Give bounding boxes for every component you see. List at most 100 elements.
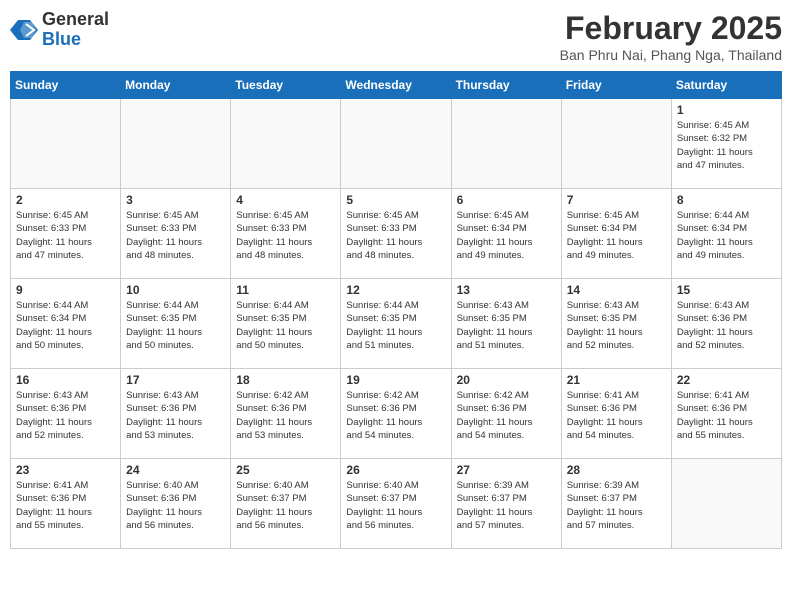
day-info: Sunrise: 6:40 AM Sunset: 6:37 PM Dayligh… <box>346 479 445 532</box>
day-info: Sunrise: 6:44 AM Sunset: 6:34 PM Dayligh… <box>16 299 115 352</box>
calendar-cell: 14 Sunrise: 6:43 AM Sunset: 6:35 PM Dayli… <box>561 279 671 369</box>
calendar-cell: 5 Sunrise: 6:45 AM Sunset: 6:33 PM Daylig… <box>341 189 451 279</box>
calendar-cell: 8 Sunrise: 6:44 AM Sunset: 6:34 PM Daylig… <box>671 189 781 279</box>
calendar-cell: 26 Sunrise: 6:40 AM Sunset: 6:37 PM Dayli… <box>341 459 451 549</box>
day-number: 18 <box>236 373 335 387</box>
day-info: Sunrise: 6:41 AM Sunset: 6:36 PM Dayligh… <box>16 479 115 532</box>
day-number: 21 <box>567 373 666 387</box>
calendar-cell <box>231 99 341 189</box>
day-info: Sunrise: 6:44 AM Sunset: 6:34 PM Dayligh… <box>677 209 776 262</box>
calendar-cell <box>11 99 121 189</box>
day-info: Sunrise: 6:45 AM Sunset: 6:34 PM Dayligh… <box>567 209 666 262</box>
logo-text: General Blue <box>42 10 109 50</box>
logo-icon <box>10 16 38 44</box>
day-number: 17 <box>126 373 225 387</box>
calendar-week-row: 1Sunrise: 6:45 AM Sunset: 6:32 PM Daylig… <box>11 99 782 189</box>
day-number: 19 <box>346 373 445 387</box>
calendar-cell <box>121 99 231 189</box>
calendar-cell: 18Sunrise: 6:42 AM Sunset: 6:36 PM Dayli… <box>231 369 341 459</box>
day-number: 12 <box>346 283 445 297</box>
calendar-cell: 27 Sunrise: 6:39 AM Sunset: 6:37 PM Dayli… <box>451 459 561 549</box>
day-info: Sunrise: 6:45 AM Sunset: 6:33 PM Dayligh… <box>236 209 335 262</box>
calendar-cell: 4 Sunrise: 6:45 AM Sunset: 6:33 PM Daylig… <box>231 189 341 279</box>
day-info: Sunrise: 6:41 AM Sunset: 6:36 PM Dayligh… <box>567 389 666 442</box>
day-number: 28 <box>567 463 666 477</box>
day-info: Sunrise: 6:42 AM Sunset: 6:36 PM Dayligh… <box>457 389 556 442</box>
day-number: 11 <box>236 283 335 297</box>
calendar-cell: 25 Sunrise: 6:40 AM Sunset: 6:37 PM Dayli… <box>231 459 341 549</box>
day-number: 14 <box>567 283 666 297</box>
weekday-header: Tuesday <box>231 72 341 99</box>
title-area: February 2025 Ban Phru Nai, Phang Nga, T… <box>560 10 782 63</box>
day-info: Sunrise: 6:45 AM Sunset: 6:33 PM Dayligh… <box>346 209 445 262</box>
weekday-header: Thursday <box>451 72 561 99</box>
calendar-cell: 17 Sunrise: 6:43 AM Sunset: 6:36 PM Dayli… <box>121 369 231 459</box>
weekday-header-row: SundayMondayTuesdayWednesdayThursdayFrid… <box>11 72 782 99</box>
calendar-cell: 24 Sunrise: 6:40 AM Sunset: 6:36 PM Dayli… <box>121 459 231 549</box>
day-info: Sunrise: 6:39 AM Sunset: 6:37 PM Dayligh… <box>457 479 556 532</box>
calendar-cell <box>341 99 451 189</box>
calendar-week-row: 23 Sunrise: 6:41 AM Sunset: 6:36 PM Dayli… <box>11 459 782 549</box>
calendar-cell: 2 Sunrise: 6:45 AM Sunset: 6:33 PM Daylig… <box>11 189 121 279</box>
day-number: 4 <box>236 193 335 207</box>
calendar-cell: 21 Sunrise: 6:41 AM Sunset: 6:36 PM Dayli… <box>561 369 671 459</box>
day-info: Sunrise: 6:45 AM Sunset: 6:32 PM Dayligh… <box>677 119 776 172</box>
day-info: Sunrise: 6:42 AM Sunset: 6:36 PM Dayligh… <box>346 389 445 442</box>
calendar-cell: 16Sunrise: 6:43 AM Sunset: 6:36 PM Dayli… <box>11 369 121 459</box>
calendar-cell: 23 Sunrise: 6:41 AM Sunset: 6:36 PM Dayli… <box>11 459 121 549</box>
day-info: Sunrise: 6:43 AM Sunset: 6:35 PM Dayligh… <box>457 299 556 352</box>
page-header: General Blue February 2025 Ban Phru Nai,… <box>10 10 782 63</box>
day-info: Sunrise: 6:43 AM Sunset: 6:36 PM Dayligh… <box>126 389 225 442</box>
day-info: Sunrise: 6:44 AM Sunset: 6:35 PM Dayligh… <box>236 299 335 352</box>
day-info: Sunrise: 6:39 AM Sunset: 6:37 PM Dayligh… <box>567 479 666 532</box>
calendar-cell: 28 Sunrise: 6:39 AM Sunset: 6:37 PM Dayli… <box>561 459 671 549</box>
day-number: 8 <box>677 193 776 207</box>
calendar-cell: 15 Sunrise: 6:43 AM Sunset: 6:36 PM Dayli… <box>671 279 781 369</box>
day-info: Sunrise: 6:45 AM Sunset: 6:33 PM Dayligh… <box>126 209 225 262</box>
calendar-cell <box>561 99 671 189</box>
calendar-cell: 20 Sunrise: 6:42 AM Sunset: 6:36 PM Dayli… <box>451 369 561 459</box>
calendar-cell: 9 Sunrise: 6:44 AM Sunset: 6:34 PM Daylig… <box>11 279 121 369</box>
calendar-cell: 12 Sunrise: 6:44 AM Sunset: 6:35 PM Dayli… <box>341 279 451 369</box>
calendar-cell <box>671 459 781 549</box>
day-number: 20 <box>457 373 556 387</box>
day-info: Sunrise: 6:40 AM Sunset: 6:37 PM Dayligh… <box>236 479 335 532</box>
calendar-week-row: 9 Sunrise: 6:44 AM Sunset: 6:34 PM Daylig… <box>11 279 782 369</box>
day-number: 25 <box>236 463 335 477</box>
day-number: 27 <box>457 463 556 477</box>
day-number: 2 <box>16 193 115 207</box>
day-number: 5 <box>346 193 445 207</box>
day-info: Sunrise: 6:40 AM Sunset: 6:36 PM Dayligh… <box>126 479 225 532</box>
calendar-cell: 10Sunrise: 6:44 AM Sunset: 6:35 PM Dayli… <box>121 279 231 369</box>
location: Ban Phru Nai, Phang Nga, Thailand <box>560 47 782 63</box>
day-number: 15 <box>677 283 776 297</box>
day-info: Sunrise: 6:44 AM Sunset: 6:35 PM Dayligh… <box>346 299 445 352</box>
day-number: 24 <box>126 463 225 477</box>
day-info: Sunrise: 6:44 AM Sunset: 6:35 PM Dayligh… <box>126 299 225 352</box>
logo: General Blue <box>10 10 109 50</box>
day-number: 22 <box>677 373 776 387</box>
calendar-week-row: 16Sunrise: 6:43 AM Sunset: 6:36 PM Dayli… <box>11 369 782 459</box>
weekday-header: Sunday <box>11 72 121 99</box>
day-info: Sunrise: 6:43 AM Sunset: 6:35 PM Dayligh… <box>567 299 666 352</box>
day-number: 26 <box>346 463 445 477</box>
calendar-cell: 6 Sunrise: 6:45 AM Sunset: 6:34 PM Daylig… <box>451 189 561 279</box>
day-number: 6 <box>457 193 556 207</box>
calendar-cell: 22 Sunrise: 6:41 AM Sunset: 6:36 PM Dayli… <box>671 369 781 459</box>
day-info: Sunrise: 6:43 AM Sunset: 6:36 PM Dayligh… <box>16 389 115 442</box>
calendar-cell: 3Sunrise: 6:45 AM Sunset: 6:33 PM Daylig… <box>121 189 231 279</box>
day-number: 7 <box>567 193 666 207</box>
day-info: Sunrise: 6:45 AM Sunset: 6:34 PM Dayligh… <box>457 209 556 262</box>
weekday-header: Saturday <box>671 72 781 99</box>
day-number: 9 <box>16 283 115 297</box>
weekday-header: Monday <box>121 72 231 99</box>
day-number: 23 <box>16 463 115 477</box>
day-info: Sunrise: 6:45 AM Sunset: 6:33 PM Dayligh… <box>16 209 115 262</box>
day-info: Sunrise: 6:41 AM Sunset: 6:36 PM Dayligh… <box>677 389 776 442</box>
calendar-cell: 13 Sunrise: 6:43 AM Sunset: 6:35 PM Dayli… <box>451 279 561 369</box>
weekday-header: Wednesday <box>341 72 451 99</box>
calendar-week-row: 2 Sunrise: 6:45 AM Sunset: 6:33 PM Daylig… <box>11 189 782 279</box>
day-number: 13 <box>457 283 556 297</box>
calendar-cell: 19 Sunrise: 6:42 AM Sunset: 6:36 PM Dayli… <box>341 369 451 459</box>
day-info: Sunrise: 6:43 AM Sunset: 6:36 PM Dayligh… <box>677 299 776 352</box>
